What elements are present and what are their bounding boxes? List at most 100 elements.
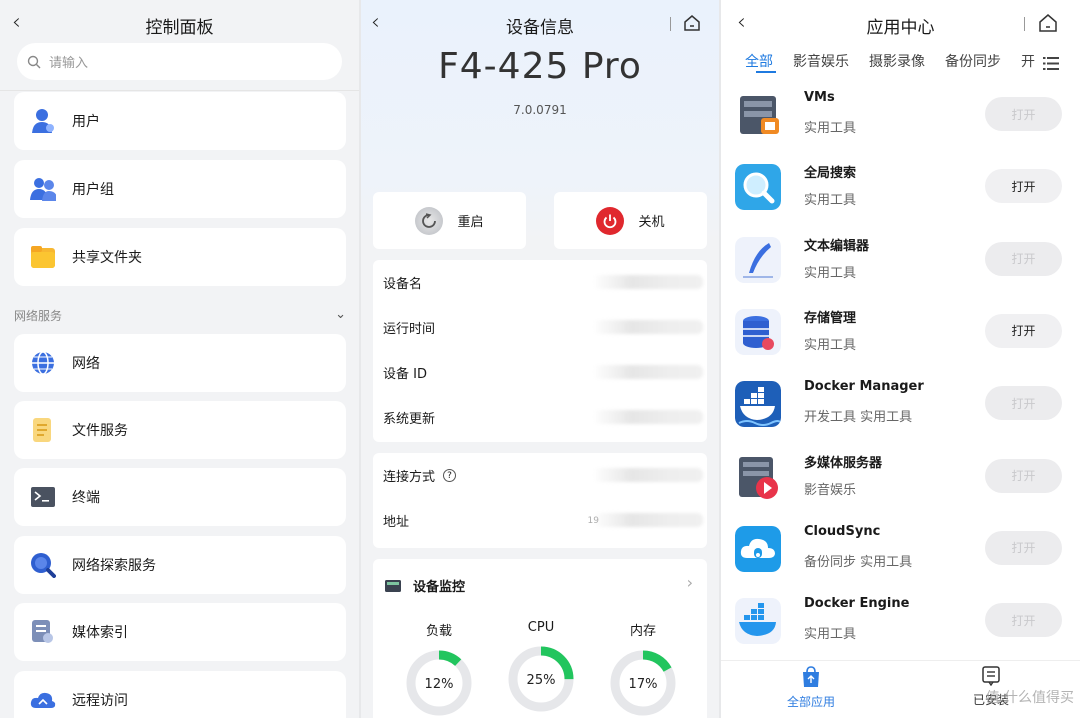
media-server-icon [739,456,778,499]
bottom-tab-all-apps[interactable]: 全部应用 [781,666,841,710]
page-title: 设备信息 [506,18,574,38]
control-panel: ‹ 控制面板 请输入 用户 用户组 共享文件夹 网络服务 ⌄ 网络 文件服务 终… [0,0,359,718]
device-info-panel: ‹ 设备信息 F4-425 Pro 7.0.0791 重启 关机 设备名 运行时… [361,0,719,718]
global-search-icon [735,164,781,211]
open-button[interactable]: 打开 [985,241,1062,276]
app-item-text-editor[interactable]: 文本编辑器实用工具 打开 [735,235,1070,305]
monitor-title: 设备监控 [413,580,466,595]
menu-item-file-service[interactable]: 文件服务 [14,401,346,459]
chevron-down-icon: ⌄ [335,307,346,322]
installed-icon [982,666,1000,687]
restart-icon [415,206,444,235]
app-name: CloudSync [804,523,881,539]
monitor-icon [385,579,401,592]
tab-media[interactable]: 影音娱乐 [793,51,849,71]
redacted-value [593,365,703,379]
app-category: 实用工具 [804,627,857,643]
menu-item-shared-folder[interactable]: 共享文件夹 [14,228,346,286]
section-network-services[interactable]: 网络服务 ⌄ [14,307,346,324]
help-icon[interactable]: ? [443,469,457,482]
gauge-ring: 25% [508,646,574,712]
app-item-docker-engine[interactable]: Docker Engine 实用工具 打开 [735,596,1070,666]
power-icon [596,206,625,235]
device-info-card: 设备名 运行时间 设备 ID 系统更新 [373,260,707,442]
gauge-label: 负载 [425,624,452,639]
app-category: 备份同步 实用工具 [804,554,913,570]
search-input[interactable]: 请输入 [17,43,342,80]
user-icon [30,108,56,134]
app-item-storage[interactable]: 存储管理实用工具 打开 [735,307,1070,377]
cloudsync-icon [735,525,781,572]
open-button[interactable]: 打开 [985,530,1062,565]
app-name: 存储管理 [804,310,857,326]
home-icon[interactable] [683,14,701,36]
tab-dev[interactable]: 开 [1021,51,1035,71]
menu-item-terminal[interactable]: 终端 [14,468,346,526]
docker-engine-icon [735,598,781,645]
chevron-right-icon: › [686,573,693,592]
info-row-device-id: 设备 ID [373,350,707,395]
app-item-vms[interactable]: VMs 实用工具 打开 [735,90,1070,160]
app-category: 影音娱乐 [804,482,857,498]
home-icon[interactable] [1038,13,1058,37]
page-title: 控制面板 [145,18,214,38]
app-item-docker-manager[interactable]: Docker Manager 开发工具 实用工具 打开 [735,379,1070,449]
app-category: 实用工具 [804,193,857,209]
app-item-media-server[interactable]: 多媒体服务器 影音娱乐 打开 [735,452,1070,522]
app-category: 实用工具 [804,121,857,136]
app-name: VMs [804,90,835,105]
storage-icon [735,308,781,355]
search-icon [27,55,41,68]
app-name: Docker Manager [804,379,924,395]
app-item-cloudsync[interactable]: CloudSync 备份同步 实用工具 打开 [735,524,1070,594]
open-button[interactable]: 打开 [985,386,1062,421]
info-row-uptime: 运行时间 [373,305,707,350]
search-placeholder: 请输入 [49,56,89,71]
app-category: 实用工具 [804,265,857,281]
menu-item-network-discovery[interactable]: 网络探索服务 [14,536,346,594]
connection-card: 连接方式 ? 地址 19 [373,453,707,548]
folder-icon [30,244,56,270]
open-button[interactable]: 打开 [985,458,1062,493]
menu-item-media-index[interactable]: 媒体索引 [14,603,346,661]
open-button[interactable]: 打开 [985,313,1062,348]
info-row-system-update[interactable]: 系统更新 [373,395,707,440]
restart-button[interactable]: 重启 [373,192,526,249]
info-row-device-name: 设备名 [373,260,707,305]
tab-backup[interactable]: 备份同步 [945,51,1001,71]
gauge-1: CPU 25% [501,620,581,718]
redacted-value [593,513,703,527]
menu-item-user-groups[interactable]: 用户组 [14,160,346,218]
info-row-address: 地址 19 [373,498,707,543]
redacted-value [593,320,703,334]
app-center-panel: ‹ 应用中心 全部 影音娱乐 摄影录像 备份同步 开 VMs 实用工具 打开 全局搜索… [721,0,1080,718]
open-button[interactable]: 打开 [985,97,1062,131]
file-service-icon [30,417,56,443]
category-tabs: 全部 影音娱乐 摄影录像 备份同步 开 [745,51,1080,71]
app-category: 实用工具 [804,337,857,353]
gauge-value: 17% [629,677,658,692]
cloud-remote-icon [30,687,56,713]
menu-item-remote-access[interactable]: 远程访问 [14,671,346,718]
tab-photo[interactable]: 摄影录像 [869,51,925,71]
gauge-label: CPU [527,620,555,635]
open-button[interactable]: 打开 [985,603,1062,638]
shutdown-button[interactable]: 关机 [554,192,707,249]
store-icon [803,666,819,687]
gauge-0: 负载 12% [399,620,479,718]
app-item-global-search[interactable]: 全局搜索实用工具 打开 [735,162,1070,232]
app-name: 文本编辑器 [804,238,870,254]
menu-item-network[interactable]: 网络 [14,334,346,392]
open-button[interactable]: 打开 [985,169,1062,204]
gauge-value: 12% [425,677,454,692]
app-name: 全局搜索 [804,166,857,182]
app-name: Docker Engine [804,596,910,612]
list-menu-icon[interactable] [1043,55,1059,74]
tab-all[interactable]: 全部 [745,51,773,71]
redacted-value [593,275,703,289]
gauge-ring: 17% [610,650,676,716]
device-model: F4-425 Pro [438,46,642,87]
app-category: 开发工具 实用工具 [804,410,913,426]
menu-item-users[interactable]: 用户 [14,92,346,150]
text-editor-icon [735,236,781,283]
